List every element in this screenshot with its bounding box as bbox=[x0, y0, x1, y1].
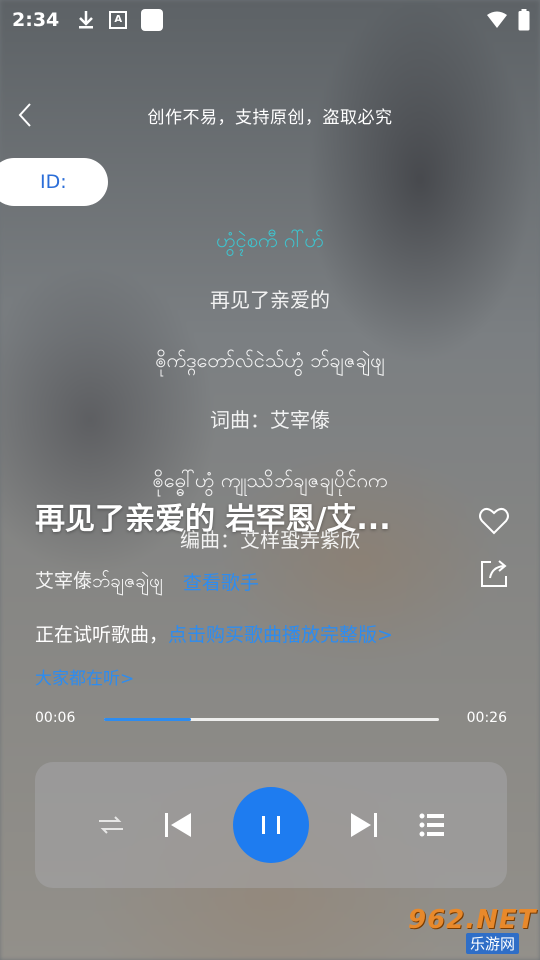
id-pill[interactable]: ID: bbox=[0, 158, 108, 206]
pause-icon bbox=[262, 816, 280, 834]
watermark-top: 962.NET bbox=[408, 905, 537, 935]
progress-fill bbox=[104, 718, 192, 721]
lyric-line: 词曲：艾宰傣 bbox=[210, 408, 330, 432]
artist-row: 艾宰傣ဘ်ချဇချဲဖျ 查看歌手 bbox=[35, 566, 259, 597]
header-title: 创作不易，支持原创，盗取必究 bbox=[147, 107, 393, 128]
song-title: 再见了亲爱的 岩罕恩/艾... bbox=[35, 502, 391, 537]
header: 创作不易，支持原创，盗取必究 bbox=[0, 90, 540, 140]
next-icon[interactable] bbox=[349, 810, 379, 840]
total-time: 00:26 bbox=[466, 710, 507, 726]
prev-icon[interactable] bbox=[163, 810, 193, 840]
playlist-icon[interactable] bbox=[419, 812, 445, 838]
progress-row: 00:06 00:26 bbox=[35, 706, 507, 732]
trial-prefix: 正在试听歌曲， bbox=[35, 624, 169, 646]
wifi-icon bbox=[487, 11, 507, 28]
battery-icon bbox=[518, 9, 530, 31]
player-controls bbox=[35, 762, 507, 888]
share-icon[interactable] bbox=[478, 556, 510, 590]
site-watermark: 962.NET 乐游网 bbox=[400, 905, 536, 955]
status-time: 2:34 bbox=[12, 9, 60, 31]
heart-icon[interactable] bbox=[478, 505, 510, 537]
artist-name[interactable]: 艾宰傣ဘ်ချဇချဲဖျ bbox=[35, 566, 163, 597]
a-badge-icon: A bbox=[109, 11, 128, 29]
watermark-bottom: 乐游网 bbox=[466, 933, 520, 954]
download-icon bbox=[79, 11, 94, 29]
buy-full-song-link[interactable]: 点击购买歌曲播放完整版> bbox=[168, 624, 393, 646]
lyric-line: ၜိုက်ဒ္ဂတော်လ်ငဲသ်ဟွံ ဘ်ချဇချဲဖျ bbox=[155, 348, 385, 372]
current-time: 00:06 bbox=[35, 710, 76, 726]
square-icon bbox=[141, 9, 164, 31]
lyric-line: 再见了亲爱的 bbox=[210, 288, 330, 312]
id-label: ID: bbox=[40, 171, 67, 193]
trial-notice: 正在试听歌曲，点击购买歌曲播放完整版> bbox=[35, 620, 393, 647]
pause-button[interactable] bbox=[233, 787, 309, 863]
view-singer-link[interactable]: 查看歌手 bbox=[183, 568, 259, 595]
progress-bar[interactable] bbox=[104, 718, 439, 721]
lyric-line: ဟွံၚဲစကီ ဂါ်ဟ် bbox=[216, 228, 324, 252]
shuffle-icon[interactable] bbox=[97, 812, 125, 838]
back-icon[interactable] bbox=[14, 102, 38, 128]
status-bar: 2:34 A bbox=[0, 0, 540, 40]
everyone-listening-link[interactable]: 大家都在听> bbox=[35, 664, 134, 689]
